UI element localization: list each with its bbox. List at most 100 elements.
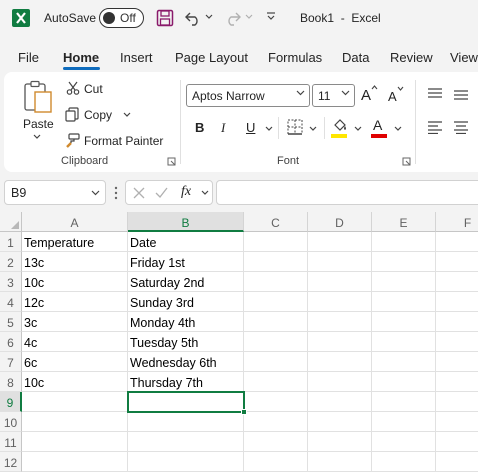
cell-c1[interactable] [244,232,308,252]
cell-d3[interactable] [308,272,372,292]
cell-f5[interactable] [436,312,478,332]
paste-icon[interactable] [22,80,54,114]
cell-e6[interactable] [372,332,436,352]
row-header-2[interactable]: 2 [0,252,22,272]
cell-a9[interactable] [22,392,128,412]
underline-dropdown-icon[interactable] [265,126,273,132]
borders-dropdown-icon[interactable] [309,126,317,132]
cell-b10[interactable] [128,412,244,432]
grow-font-button[interactable]: A [361,85,378,104]
cut-label[interactable]: Cut [84,82,103,96]
row-header-8[interactable]: 8 [0,372,22,392]
cell-d1[interactable] [308,232,372,252]
cell-c11[interactable] [244,432,308,452]
format-painter-label[interactable]: Format Painter [84,134,163,148]
underline-button[interactable]: U [246,120,255,135]
cell-b4[interactable]: Sunday 3rd [128,292,244,312]
cell-e9[interactable] [372,392,436,412]
bold-button[interactable]: B [195,120,204,135]
align-top-icon[interactable] [427,88,443,100]
cell-c6[interactable] [244,332,308,352]
cell-a11[interactable] [22,432,128,452]
cell-d4[interactable] [308,292,372,312]
cell-d5[interactable] [308,312,372,332]
cell-b5[interactable]: Monday 4th [128,312,244,332]
tab-data[interactable]: Data [342,50,369,65]
select-all-button[interactable] [0,212,22,232]
row-header-12[interactable]: 12 [0,452,22,472]
cell-a4[interactable]: 12c [22,292,128,312]
tab-file[interactable]: File [18,50,39,65]
paste-label[interactable]: Paste [23,117,54,131]
row-header-10[interactable]: 10 [0,412,22,432]
customize-toolbar-icon[interactable] [266,12,276,22]
font-color-dropdown-icon[interactable] [394,126,402,132]
row-header-3[interactable]: 3 [0,272,22,292]
redo-icon[interactable] [224,9,242,27]
row-header-1[interactable]: 1 [0,232,22,252]
cell-b3[interactable]: Saturday 2nd [128,272,244,292]
cell-d8[interactable] [308,372,372,392]
cell-b6[interactable]: Tuesday 5th [128,332,244,352]
cell-c5[interactable] [244,312,308,332]
cell-a10[interactable] [22,412,128,432]
cell-f2[interactable] [436,252,478,272]
cell-d6[interactable] [308,332,372,352]
cell-e5[interactable] [372,312,436,332]
more-options-icon[interactable] [114,186,118,200]
cell-b2[interactable]: Friday 1st [128,252,244,272]
copy-icon[interactable] [65,107,80,122]
cell-f7[interactable] [436,352,478,372]
font-color-button[interactable]: A [373,117,382,133]
redo-dropdown-icon[interactable] [245,14,253,20]
cell-f4[interactable] [436,292,478,312]
cell-c8[interactable] [244,372,308,392]
align-center-icon[interactable] [453,121,469,134]
cell-b8[interactable]: Thursday 7th [128,372,244,392]
cell-e1[interactable] [372,232,436,252]
row-header-4[interactable]: 4 [0,292,22,312]
font-launcher-icon[interactable] [402,157,411,166]
column-header-d[interactable]: D [308,212,372,232]
cell-e12[interactable] [372,452,436,472]
column-header-b[interactable]: B [128,212,244,232]
cell-c3[interactable] [244,272,308,292]
clipboard-launcher-icon[interactable] [167,157,176,166]
cell-f1[interactable] [436,232,478,252]
fill-color-dropdown-icon[interactable] [354,126,362,132]
cell-e11[interactable] [372,432,436,452]
cell-e4[interactable] [372,292,436,312]
cell-a8[interactable]: 10c [22,372,128,392]
cell-a1[interactable]: Temperature [22,232,128,252]
autosave-toggle[interactable]: Off [99,8,144,28]
tab-view[interactable]: View [450,50,478,65]
cell-b12[interactable] [128,452,244,472]
cell-f10[interactable] [436,412,478,432]
cell-e7[interactable] [372,352,436,372]
cell-c9[interactable] [244,392,308,412]
row-header-7[interactable]: 7 [0,352,22,372]
cell-f9[interactable] [436,392,478,412]
cell-d12[interactable] [308,452,372,472]
copy-dropdown-icon[interactable] [123,112,131,118]
row-header-9[interactable]: 9 [0,392,22,412]
insert-function-button[interactable]: fx [181,184,191,200]
cell-d9[interactable] [308,392,372,412]
cell-e2[interactable] [372,252,436,272]
borders-icon[interactable] [287,119,303,135]
column-header-a[interactable]: A [22,212,128,232]
tab-page-layout[interactable]: Page Layout [175,50,248,65]
column-header-e[interactable]: E [372,212,436,232]
name-box[interactable]: B9 [4,180,106,205]
tab-review[interactable]: Review [390,50,433,65]
tab-formulas[interactable]: Formulas [268,50,322,65]
italic-button[interactable]: I [221,120,225,136]
cell-a12[interactable] [22,452,128,472]
cell-f12[interactable] [436,452,478,472]
copy-label[interactable]: Copy [84,108,112,122]
cell-f11[interactable] [436,432,478,452]
column-header-f[interactable]: F [436,212,478,232]
paste-dropdown-icon[interactable] [33,134,41,140]
formula-input[interactable] [216,180,478,205]
row-header-5[interactable]: 5 [0,312,22,332]
